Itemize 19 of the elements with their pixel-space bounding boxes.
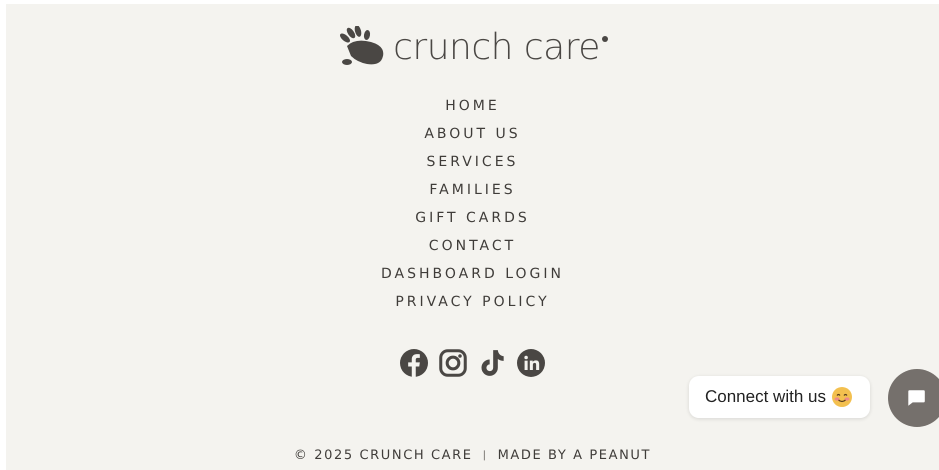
nav-link[interactable]: FAMILIES: [429, 181, 516, 199]
chat-prompt[interactable]: Connect with us: [689, 376, 870, 418]
copyright-text: © 2025 CRUNCH CARE: [294, 448, 473, 464]
nav-link[interactable]: DASHBOARD LOGIN: [381, 265, 564, 283]
logo[interactable]: crunch care: [393, 28, 600, 68]
dot-icon: [602, 36, 608, 42]
linkedin-icon[interactable]: [517, 349, 545, 377]
facebook-icon[interactable]: [400, 349, 428, 377]
nav-link[interactable]: SERVICES: [426, 153, 518, 171]
nav-link[interactable]: HOME: [445, 97, 500, 115]
chat-button[interactable]: [888, 369, 939, 427]
nav-link[interactable]: GIFT CARDS: [415, 209, 530, 227]
separator: |: [482, 449, 488, 463]
nav-link[interactable]: PRIVACY POLICY: [395, 293, 550, 311]
nav-link[interactable]: CONTACT: [428, 237, 516, 255]
credit-link[interactable]: MADE BY A PEANUT: [498, 448, 652, 464]
nav-link[interactable]: ABOUT US: [424, 125, 521, 143]
smiley-icon: [832, 387, 852, 407]
instagram-icon[interactable]: [439, 349, 467, 377]
